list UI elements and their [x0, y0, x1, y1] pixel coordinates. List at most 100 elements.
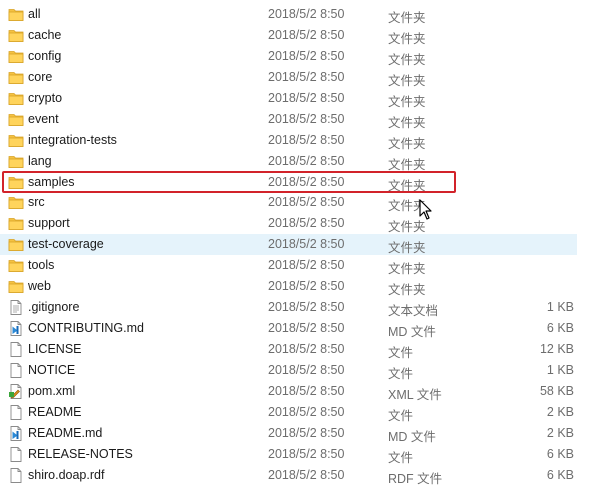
- file-date: 2018/5/2 8:50: [268, 404, 345, 419]
- folder-icon: [8, 237, 24, 252]
- folder-icon: [8, 195, 24, 210]
- file-name: tools: [28, 258, 55, 273]
- folder-icon: [8, 91, 24, 106]
- file-row[interactable]: NOTICE 2018/5/2 8:50 文件 1 KB: [0, 360, 598, 381]
- file-row[interactable]: README.md 2018/5/2 8:50 MD 文件 2 KB: [0, 423, 598, 444]
- file-date: 2018/5/2 8:50: [268, 300, 345, 315]
- file-row[interactable]: shiro.doap.rdf 2018/5/2 8:50 RDF 文件 6 KB: [0, 465, 598, 486]
- file-type: 文件夹: [388, 283, 426, 298]
- file-date: 2018/5/2 8:50: [268, 195, 345, 210]
- folder-icon: [8, 133, 24, 148]
- file-type: 文件夹: [388, 178, 426, 193]
- file-row[interactable]: src 2018/5/2 8:50 文件夹: [0, 192, 598, 213]
- file-name: pom.xml: [28, 383, 76, 398]
- folder-icon: [8, 112, 24, 127]
- blank-file-icon: [8, 342, 24, 357]
- blank-file-icon: [8, 362, 24, 378]
- folder-icon: [8, 279, 24, 294]
- file-row[interactable]: event 2018/5/2 8:50 文件夹: [0, 109, 598, 130]
- file-type: 文件夹: [388, 262, 426, 277]
- text-file-icon: [8, 300, 24, 316]
- blank-file-icon: [8, 467, 24, 483]
- file-row[interactable]: core 2018/5/2 8:50 文件夹: [0, 67, 598, 88]
- file-name: all: [28, 7, 41, 21]
- folder-icon: [8, 175, 24, 190]
- file-size: 2 KB: [546, 425, 574, 440]
- file-name: src: [28, 195, 45, 210]
- file-date: 2018/5/2 8:50: [268, 216, 345, 231]
- file-row[interactable]: config 2018/5/2 8:50 文件夹: [0, 46, 598, 67]
- file-date: 2018/5/2 8:50: [268, 446, 345, 461]
- file-date: 2018/5/2 8:50: [268, 425, 345, 440]
- folder-icon: [8, 28, 24, 43]
- vscode-file-icon: [8, 321, 24, 337]
- file-name: shiro.doap.rdf: [28, 467, 105, 482]
- file-row[interactable]: CONTRIBUTING.md 2018/5/2 8:50 MD 文件 6 KB: [0, 318, 598, 339]
- file-type: 文件夹: [388, 52, 426, 67]
- file-row[interactable]: RELEASE-NOTES 2018/5/2 8:50 文件 6 KB: [0, 444, 598, 465]
- file-name: support: [28, 216, 70, 231]
- file-name: integration-tests: [28, 132, 117, 147]
- file-date: 2018/5/2 8:50: [268, 111, 345, 126]
- file-date: 2018/5/2 8:50: [268, 362, 345, 377]
- folder-icon: [8, 70, 24, 85]
- file-date: 2018/5/2 8:50: [268, 237, 345, 252]
- file-type: 文件夹: [388, 241, 426, 256]
- xml-file-icon: [8, 383, 24, 399]
- folder-icon: [8, 154, 24, 169]
- file-row[interactable]: all 2018/5/2 8:50 文件夹: [0, 4, 598, 25]
- file-type: 文件: [388, 366, 414, 381]
- file-row[interactable]: pom.xml 2018/5/2 8:50 XML 文件 58 KB: [0, 381, 598, 402]
- file-type: 文本文档: [388, 304, 439, 319]
- blank-file-icon: [8, 446, 24, 462]
- file-row[interactable]: cache 2018/5/2 8:50 文件夹: [0, 25, 598, 46]
- file-row[interactable]: README 2018/5/2 8:50 文件 2 KB: [0, 402, 598, 423]
- file-row[interactable]: samples 2018/5/2 8:50 文件夹: [0, 172, 598, 193]
- file-type: 文件夹: [388, 73, 426, 88]
- file-date: 2018/5/2 8:50: [268, 321, 345, 336]
- file-type: 文件夹: [388, 115, 426, 130]
- file-name: lang: [28, 153, 52, 168]
- file-type: 文件: [388, 346, 414, 360]
- file-type: 文件夹: [388, 11, 426, 25]
- file-row[interactable]: .gitignore 2018/5/2 8:50 文本文档 1 KB: [0, 297, 598, 318]
- file-size: 1 KB: [546, 300, 574, 315]
- file-row[interactable]: tools 2018/5/2 8:50 文件夹: [0, 255, 598, 276]
- file-row[interactable]: test-coverage 2018/5/2 8:50 文件夹: [0, 234, 577, 255]
- file-name: web: [28, 279, 51, 294]
- file-name: cache: [28, 27, 62, 42]
- file-date: 2018/5/2 8:50: [268, 342, 345, 356]
- file-row[interactable]: LICENSE 2018/5/2 8:50 文件 12 KB: [0, 339, 598, 360]
- file-name: config: [28, 48, 62, 63]
- blank-file-icon: [8, 404, 24, 420]
- file-size: 2 KB: [546, 404, 574, 419]
- file-row[interactable]: web 2018/5/2 8:50 文件夹: [0, 276, 598, 297]
- file-name: test-coverage: [28, 237, 104, 252]
- file-row[interactable]: integration-tests 2018/5/2 8:50 文件夹: [0, 130, 598, 151]
- file-list: all 2018/5/2 8:50 文件夹 cache 2018/5/2 8:50 文件夹…: [0, 4, 598, 486]
- file-type: RDF 文件: [388, 471, 443, 486]
- file-name: event: [28, 111, 59, 126]
- vscode-file-icon: [8, 425, 24, 441]
- folder-icon: [8, 49, 24, 64]
- file-type: 文件: [388, 408, 414, 423]
- file-date: 2018/5/2 8:50: [268, 153, 345, 168]
- file-date: 2018/5/2 8:50: [268, 90, 345, 105]
- file-type: 文件: [388, 450, 414, 465]
- file-name: LICENSE: [28, 342, 82, 356]
- file-name: samples: [28, 174, 75, 189]
- file-type: XML 文件: [388, 387, 442, 402]
- file-type: 文件夹: [388, 157, 426, 172]
- file-name: core: [28, 69, 53, 84]
- file-date: 2018/5/2 8:50: [268, 7, 345, 21]
- file-row[interactable]: crypto 2018/5/2 8:50 文件夹: [0, 88, 598, 109]
- file-date: 2018/5/2 8:50: [268, 48, 345, 63]
- file-size: 6 KB: [546, 446, 574, 461]
- file-date: 2018/5/2 8:50: [268, 27, 345, 42]
- file-date: 2018/5/2 8:50: [268, 69, 345, 84]
- file-type: 文件夹: [388, 31, 426, 46]
- file-row[interactable]: support 2018/5/2 8:50 文件夹: [0, 213, 598, 234]
- file-size: 12 KB: [539, 342, 574, 356]
- file-row[interactable]: lang 2018/5/2 8:50 文件夹: [0, 151, 598, 172]
- file-date: 2018/5/2 8:50: [268, 174, 345, 189]
